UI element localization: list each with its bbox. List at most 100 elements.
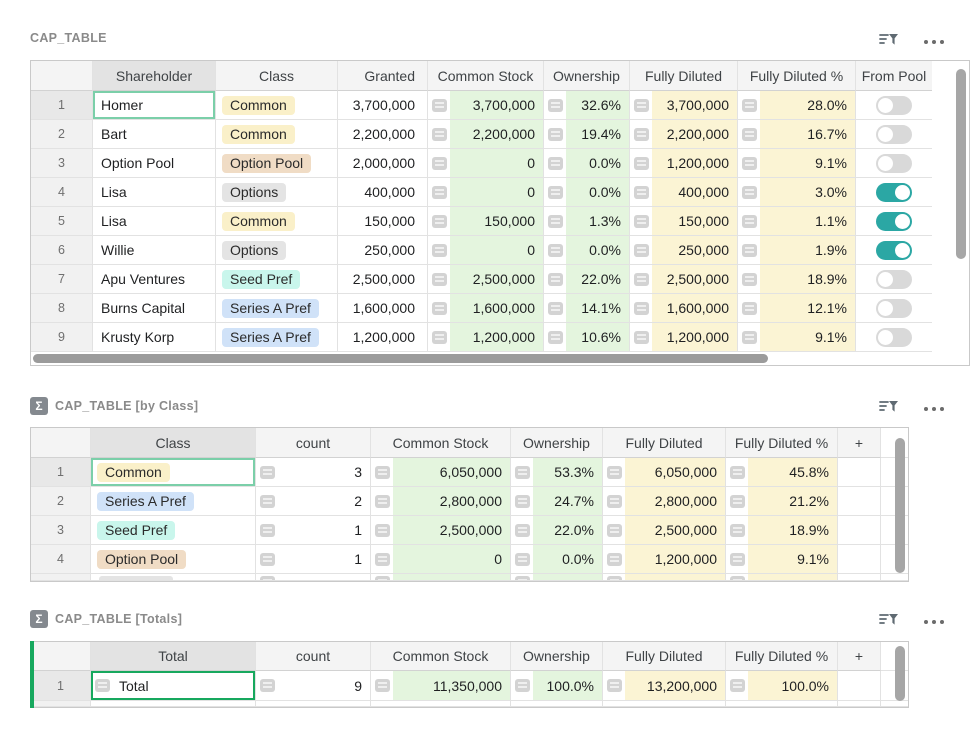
sort-filter-icon[interactable] xyxy=(878,611,899,629)
from-pool-toggle-on[interactable] xyxy=(876,241,912,260)
col-header-ownership[interactable]: Ownership xyxy=(511,642,603,671)
cell-fully-diluted-pct[interactable]: 3.0% xyxy=(738,178,856,207)
cell-fully-diluted-pct[interactable]: 45.8% xyxy=(726,458,838,487)
cell-fully-diluted[interactable]: 1,600,000 xyxy=(630,294,738,323)
vertical-scrollbar-thumb[interactable] xyxy=(956,69,966,259)
table2-menu-ellipsis-icon[interactable] xyxy=(924,407,944,411)
col-header-fully-diluted-pct[interactable]: Fully Diluted % xyxy=(738,61,856,91)
cell-ownership[interactable]: 0.0% xyxy=(511,545,603,574)
cell-fully-diluted-pct[interactable]: 1.9% xyxy=(738,236,856,265)
cell-common-stock[interactable]: 0 xyxy=(428,236,544,265)
cell-ownership[interactable]: 32.6% xyxy=(544,91,630,120)
cell-granted[interactable]: 150,000 xyxy=(338,207,428,236)
cell-granted[interactable]: 1,600,000 xyxy=(338,294,428,323)
col-header-common-stock[interactable]: Common Stock xyxy=(428,61,544,91)
cell-common-stock[interactable]: 3,700,000 xyxy=(428,91,544,120)
sort-filter-icon[interactable] xyxy=(878,398,899,416)
cell-common-stock[interactable]: 150,000 xyxy=(428,207,544,236)
from-pool-toggle-off[interactable] xyxy=(876,154,912,173)
cell-class[interactable]: Options xyxy=(216,178,338,207)
add-column-button[interactable]: + xyxy=(838,428,881,458)
cell-ownership[interactable]: 0.0% xyxy=(544,178,630,207)
cell-fully-diluted[interactable]: 2,800,000 xyxy=(603,487,726,516)
cell-shareholder[interactable]: Bart xyxy=(93,120,216,149)
col-header-fully-diluted[interactable]: Fully Diluted xyxy=(630,61,738,91)
cell-ownership[interactable]: 22.0% xyxy=(544,265,630,294)
cell-shareholder[interactable]: Burns Capital xyxy=(93,294,216,323)
cell-common-stock[interactable]: 2,500,000 xyxy=(428,265,544,294)
cell-granted[interactable]: 400,000 xyxy=(338,178,428,207)
corner-header[interactable] xyxy=(31,428,91,458)
cell-common-stock[interactable]: 1,200,000 xyxy=(428,323,544,352)
row-number[interactable]: 3 xyxy=(31,149,93,178)
cell-granted[interactable]: 3,700,000 xyxy=(338,91,428,120)
cell-fully-diluted-pct[interactable]: 9.1% xyxy=(726,545,838,574)
cell-ownership[interactable]: 1.3% xyxy=(544,207,630,236)
cell-total-selected[interactable]: Total xyxy=(91,671,256,701)
cell-count[interactable]: 2 xyxy=(256,487,371,516)
cell-fully-diluted[interactable]: 2,500,000 xyxy=(603,516,726,545)
vertical-scrollbar-thumb[interactable] xyxy=(895,438,905,573)
cell-granted[interactable]: 250,000 xyxy=(338,236,428,265)
col-header-fully-diluted[interactable]: Fully Diluted xyxy=(603,428,726,458)
cell-fully-diluted-pct[interactable]: 28.0% xyxy=(738,91,856,120)
cell-fully-diluted-pct[interactable]: 100.0% xyxy=(726,671,838,701)
from-pool-toggle-off[interactable] xyxy=(876,125,912,144)
add-column-button[interactable]: + xyxy=(838,642,881,671)
cell-class[interactable]: Option Pool xyxy=(216,149,338,178)
cell-class[interactable]: Series A Pref xyxy=(216,323,338,352)
cell-granted[interactable]: 2,200,000 xyxy=(338,120,428,149)
row-number[interactable]: 1 xyxy=(31,91,93,120)
empty-cell[interactable] xyxy=(838,487,881,516)
empty-cell[interactable] xyxy=(838,545,881,574)
from-pool-toggle-on[interactable] xyxy=(876,212,912,231)
cell-fully-diluted-pct[interactable]: 9.1% xyxy=(738,323,856,352)
cell-class[interactable]: Seed Pref xyxy=(216,265,338,294)
cell-fully-diluted[interactable]: 400,000 xyxy=(630,178,738,207)
cell-fully-diluted-pct[interactable]: 18.9% xyxy=(726,516,838,545)
corner-header[interactable] xyxy=(31,61,93,91)
cell-shareholder[interactable]: Krusty Korp xyxy=(93,323,216,352)
sort-filter-icon[interactable] xyxy=(878,31,899,49)
row-number[interactable]: 2 xyxy=(31,120,93,149)
cell-class[interactable]: Common xyxy=(216,91,338,120)
cell-fully-diluted[interactable]: 2,500,000 xyxy=(630,265,738,294)
row-number[interactable]: 4 xyxy=(31,178,93,207)
cell-shareholder[interactable]: Willie xyxy=(93,236,216,265)
cell-granted[interactable]: 2,000,000 xyxy=(338,149,428,178)
col-header-total[interactable]: Total xyxy=(91,642,256,671)
cell-shareholder[interactable]: Lisa xyxy=(93,178,216,207)
from-pool-toggle-off[interactable] xyxy=(876,96,912,115)
row-number[interactable]: 8 xyxy=(31,294,93,323)
cell-count[interactable]: 1 xyxy=(256,516,371,545)
cell-common-stock[interactable]: 2,800,000 xyxy=(371,487,511,516)
cell-class-selected[interactable]: Common xyxy=(91,458,256,487)
vertical-scrollbar-thumb[interactable] xyxy=(895,646,905,701)
cell-ownership[interactable]: 19.4% xyxy=(544,120,630,149)
cell-class[interactable]: Common xyxy=(216,120,338,149)
col-header-class[interactable]: Class xyxy=(91,428,256,458)
from-pool-toggle-off[interactable] xyxy=(876,299,912,318)
from-pool-toggle-on[interactable] xyxy=(876,183,912,202)
row-number[interactable]: 3 xyxy=(31,516,91,545)
cell-fully-diluted-pct[interactable]: 9.1% xyxy=(738,149,856,178)
cell-shareholder-selected[interactable]: Homer xyxy=(93,91,216,120)
corner-header[interactable] xyxy=(31,642,91,671)
cell-fully-diluted[interactable]: 6,050,000 xyxy=(603,458,726,487)
cell-common-stock[interactable]: 11,350,000 xyxy=(371,671,511,701)
col-header-common-stock[interactable]: Common Stock xyxy=(371,642,511,671)
from-pool-toggle-off[interactable] xyxy=(876,328,912,347)
col-header-count[interactable]: count xyxy=(256,642,371,671)
table2-title[interactable]: CAP_TABLE [by Class] xyxy=(55,399,198,413)
row-number[interactable]: 9 xyxy=(31,323,93,352)
cell-common-stock[interactable]: 0 xyxy=(428,149,544,178)
row-number[interactable]: 6 xyxy=(31,236,93,265)
cell-common-stock[interactable]: 2,200,000 xyxy=(428,120,544,149)
cell-shareholder[interactable]: Lisa xyxy=(93,207,216,236)
cell-fully-diluted-pct[interactable]: 18.9% xyxy=(738,265,856,294)
col-header-count[interactable]: count xyxy=(256,428,371,458)
row-number[interactable]: 4 xyxy=(31,545,91,574)
col-header-from-pool[interactable]: From Pool xyxy=(856,61,932,91)
cell-fully-diluted-pct[interactable]: 12.1% xyxy=(738,294,856,323)
col-header-fully-diluted-pct[interactable]: Fully Diluted % xyxy=(726,642,838,671)
